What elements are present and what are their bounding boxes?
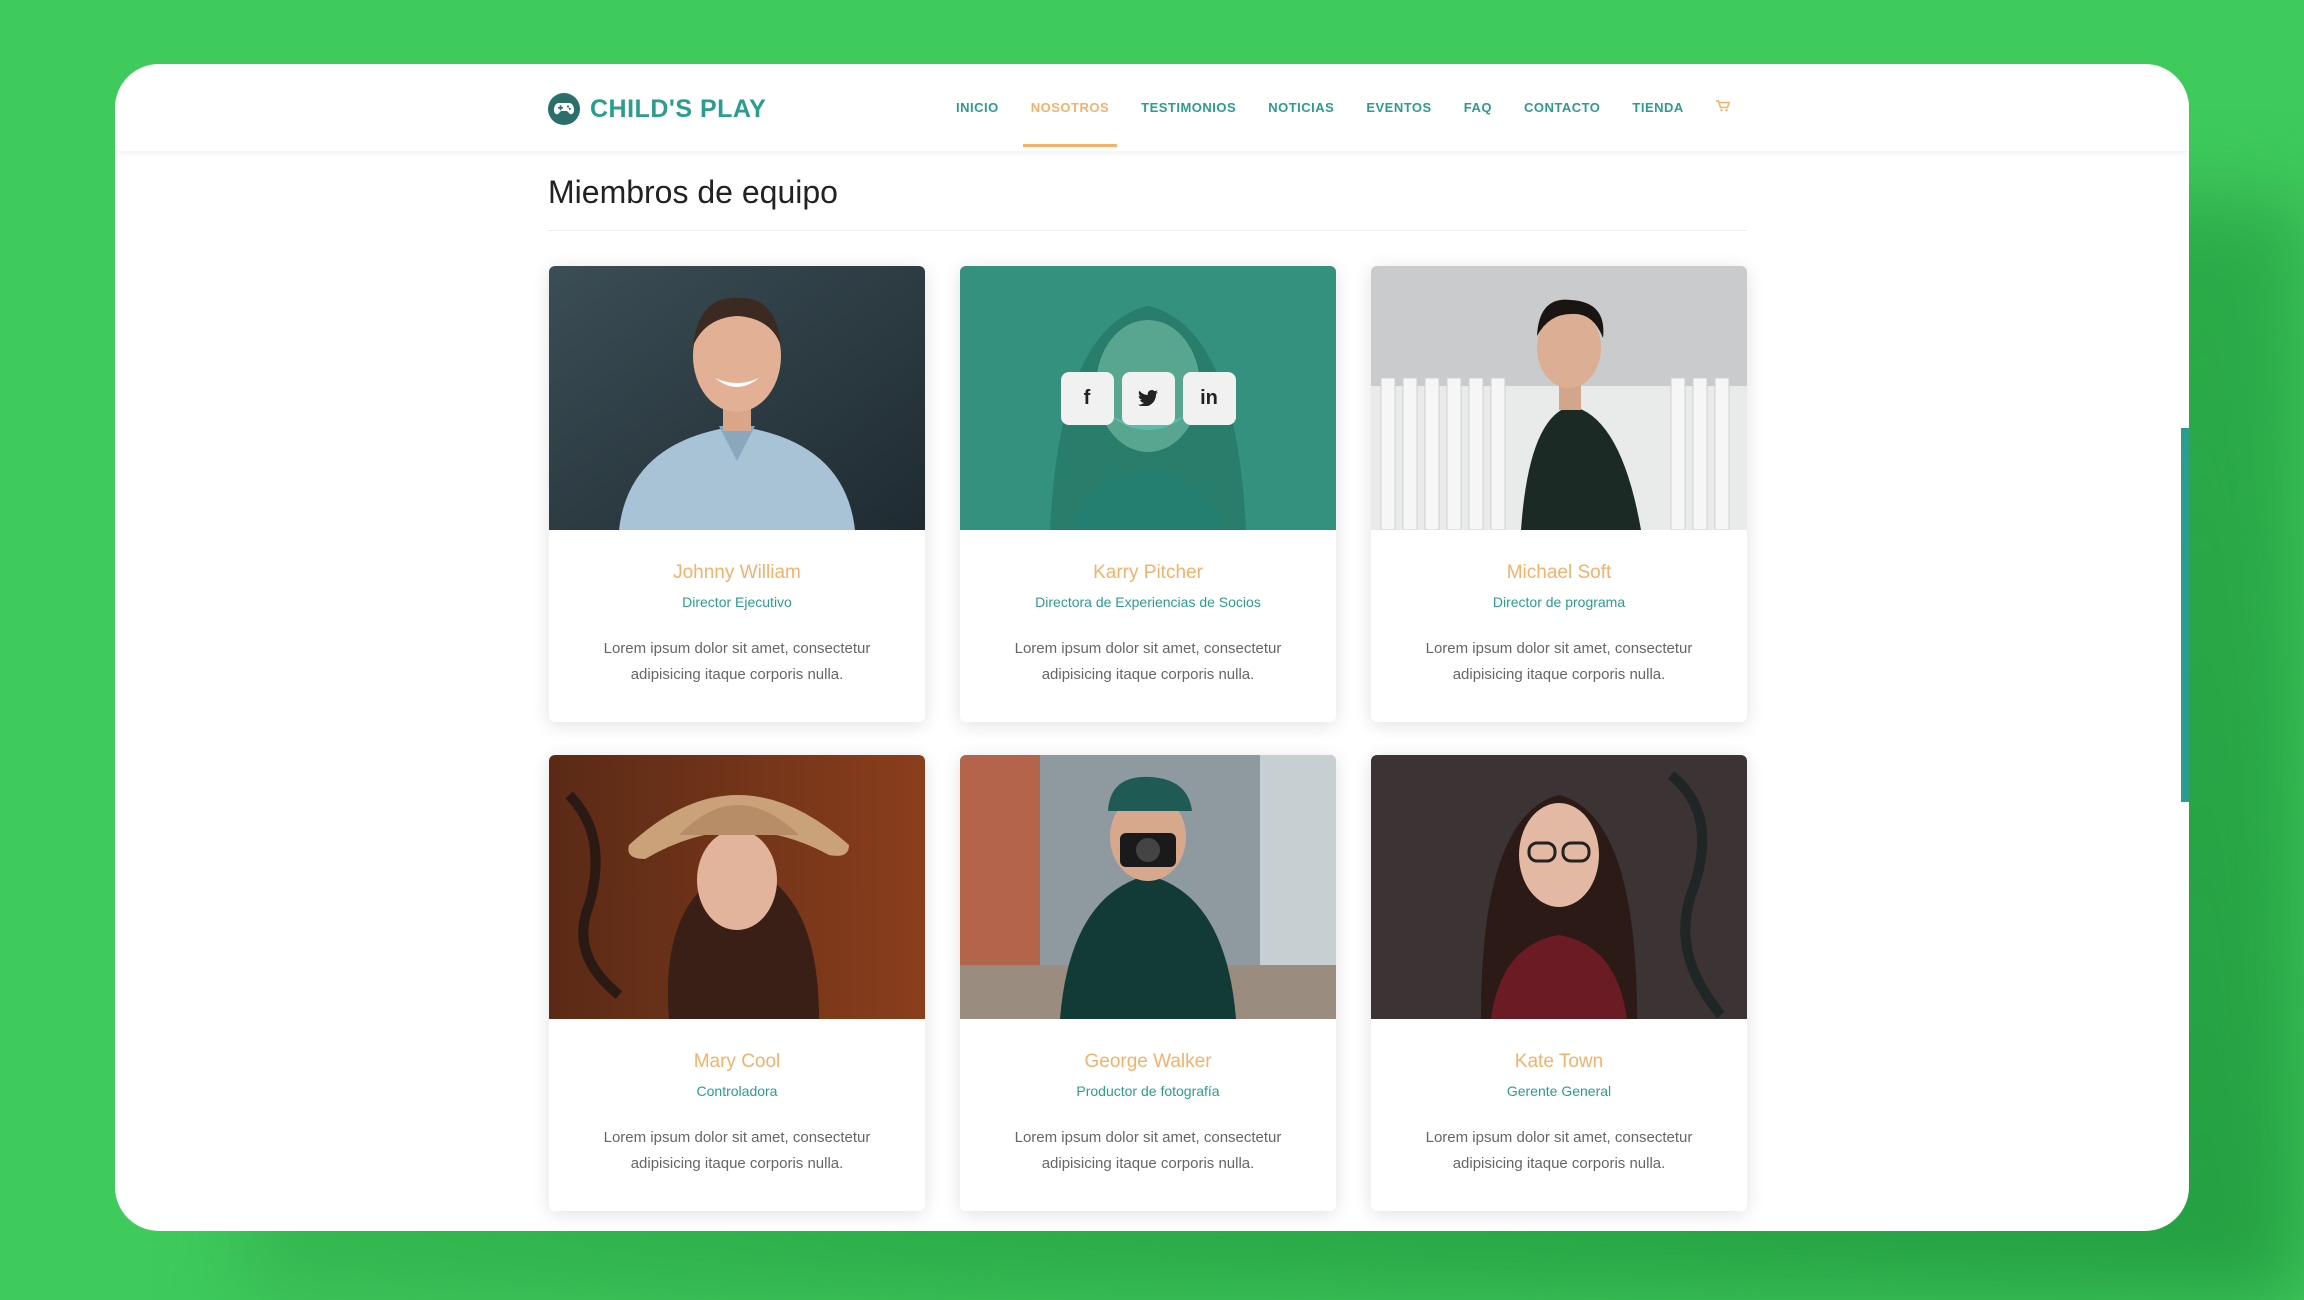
member-role: Productor de fotografía (1076, 1083, 1220, 1099)
member-role: Director Ejecutivo (682, 594, 792, 610)
brand-logo[interactable]: CHILD'S PLAY (548, 93, 766, 125)
team-card[interactable]: f in Karry Pitcher Directora de Experien… (960, 266, 1336, 722)
member-role: Controladora (696, 1083, 778, 1099)
member-name: Michael Soft (1506, 562, 1612, 583)
member-role: Director de programa (1492, 594, 1626, 610)
linkedin-icon[interactable]: in (1182, 371, 1236, 425)
nav-item-testimonios[interactable]: TESTIMONIOS (1141, 64, 1236, 151)
member-description: Lorem ipsum dolor sit amet, consectetur … (1425, 1129, 1693, 1172)
team-card[interactable]: Mary Cool Controladora Lorem ipsum dolor… (549, 755, 925, 1211)
gamepad-icon (548, 93, 580, 125)
nav-item-nosotros[interactable]: NOSOTROS (1022, 64, 1118, 151)
team-card[interactable]: Kate Town Gerente General Lorem ipsum do… (1371, 755, 1747, 1211)
member-role: Directora de Experiencias de Socios (1035, 594, 1261, 610)
nav-item-eventos[interactable]: EVENTOS (1366, 64, 1431, 151)
member-role: Gerente General (1506, 1083, 1612, 1099)
main-nav: INICIO NOSOTROS TESTIMONIOS NOTICIAS EVE… (956, 64, 1730, 151)
member-name: Johnny William (673, 562, 801, 583)
brand-name: CHILD'S PLAY (590, 94, 767, 123)
member-name: Mary Cool (693, 1051, 781, 1072)
member-photo (1371, 755, 1747, 1019)
nav-item-contacto[interactable]: CONTACTO (1524, 64, 1600, 151)
twitter-icon[interactable] (1121, 371, 1175, 425)
member-photo: f in (960, 266, 1336, 530)
team-card[interactable]: Johnny William Director Ejecutivo Lorem … (549, 266, 925, 722)
nav-item-faq[interactable]: FAQ (1464, 64, 1492, 151)
member-photo (1371, 266, 1747, 530)
section-divider (548, 230, 1746, 231)
browser-window: CHILD'S PLAY INICIO NOSOTROS TESTIMONIOS… (115, 64, 2189, 1231)
member-description: Lorem ipsum dolor sit amet, consectetur … (1425, 640, 1693, 683)
cart-icon[interactable] (1715, 64, 1730, 151)
nav-item-tienda[interactable]: TIENDA (1632, 64, 1683, 151)
member-description: Lorem ipsum dolor sit amet, consectetur … (603, 1129, 871, 1172)
nav-item-inicio[interactable]: INICIO (956, 64, 999, 151)
member-description: Lorem ipsum dolor sit amet, consectetur … (1014, 640, 1282, 683)
site-header: CHILD'S PLAY INICIO NOSOTROS TESTIMONIOS… (115, 64, 2189, 151)
social-overlay: f in (960, 266, 1336, 530)
facebook-icon[interactable]: f (1060, 371, 1114, 425)
scrollbar-thumb[interactable] (2181, 428, 2189, 802)
member-name: Karry Pitcher (1093, 562, 1203, 583)
member-name: Kate Town (1514, 1051, 1604, 1072)
section-title: Miembros de equipo (548, 174, 838, 210)
member-name: George Walker (1084, 1051, 1212, 1072)
member-photo (549, 266, 925, 530)
team-card[interactable]: George Walker Productor de fotografía Lo… (960, 755, 1336, 1211)
member-description: Lorem ipsum dolor sit amet, consectetur … (1014, 1129, 1282, 1172)
member-photo (549, 755, 925, 1019)
team-card[interactable]: Michael Soft Director de programa Lorem … (1371, 266, 1747, 722)
nav-item-noticias[interactable]: NOTICIAS (1268, 64, 1334, 151)
member-description: Lorem ipsum dolor sit amet, consectetur … (603, 640, 871, 683)
member-photo (960, 755, 1336, 1019)
